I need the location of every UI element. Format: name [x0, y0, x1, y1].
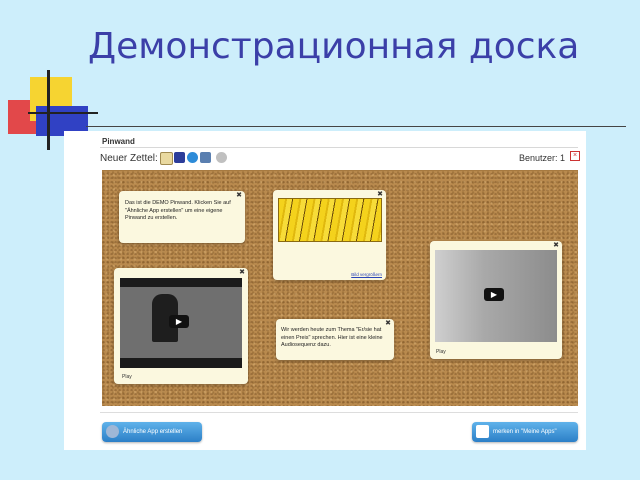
users-count: 1 [560, 153, 566, 163]
decor-horizontal-line [28, 112, 98, 114]
note-text: Wir werden heute zum Thema "Er/sie hat e… [281, 327, 383, 348]
bananas-image [278, 198, 382, 242]
video-icon[interactable] [200, 152, 211, 163]
bookmark-icon [476, 425, 489, 438]
video-caption: Play [436, 349, 446, 355]
decor-vertical-line [47, 70, 50, 150]
users-icon[interactable]: × [570, 151, 580, 161]
close-icon[interactable]: ✖ [236, 192, 242, 200]
image-note[interactable]: ✖ Bild vergrößern [273, 190, 386, 280]
video-player[interactable]: ▶ [120, 278, 242, 368]
gear-icon [106, 425, 119, 438]
enlarge-link[interactable]: Bild vergrößern [351, 272, 382, 277]
users-indicator: Benutzer: 1 [519, 153, 565, 163]
settings-icon[interactable] [216, 152, 227, 163]
link-icon[interactable] [187, 152, 198, 163]
title-underline [86, 126, 626, 127]
play-icon[interactable]: ▶ [484, 288, 504, 301]
create-similar-app-button[interactable]: Ähnliche App erstellen [102, 422, 202, 442]
close-icon[interactable]: ✖ [239, 269, 245, 277]
new-note-label: Neuer Zettel: [100, 153, 158, 164]
close-icon[interactable]: ✖ [553, 242, 559, 250]
divider [100, 147, 578, 148]
cork-board[interactable]: ✖ Das ist die DEMO Pinwand. Klicken Sie … [102, 170, 578, 406]
video-player[interactable]: ▶ [435, 250, 557, 342]
note-icon[interactable] [160, 152, 173, 165]
video-note[interactable]: ✖ ▶ Play [114, 268, 248, 384]
image-icon[interactable] [174, 152, 185, 163]
slide-title: Демонстрационная доска [88, 26, 580, 67]
users-label: Benutzer: [519, 153, 558, 163]
app-title: Pinwand [102, 137, 135, 146]
note-text: Das ist die DEMO Pinwand. Klicken Sie au… [125, 200, 231, 221]
play-icon[interactable]: ▶ [169, 315, 189, 328]
save-to-my-apps-button[interactable]: merken in "Meine Apps" [472, 422, 578, 442]
text-note[interactable]: ✖ Wir werden heute zum Thema "Er/sie hat… [276, 319, 394, 360]
text-note[interactable]: ✖ Das ist die DEMO Pinwand. Klicken Sie … [119, 191, 245, 243]
video-note[interactable]: ✖ ▶ Play [430, 241, 562, 359]
divider [100, 412, 578, 413]
pinwand-app: Pinwand Neuer Zettel: Benutzer: 1 × ✖ Da… [64, 131, 586, 450]
video-caption: Play [122, 374, 132, 380]
